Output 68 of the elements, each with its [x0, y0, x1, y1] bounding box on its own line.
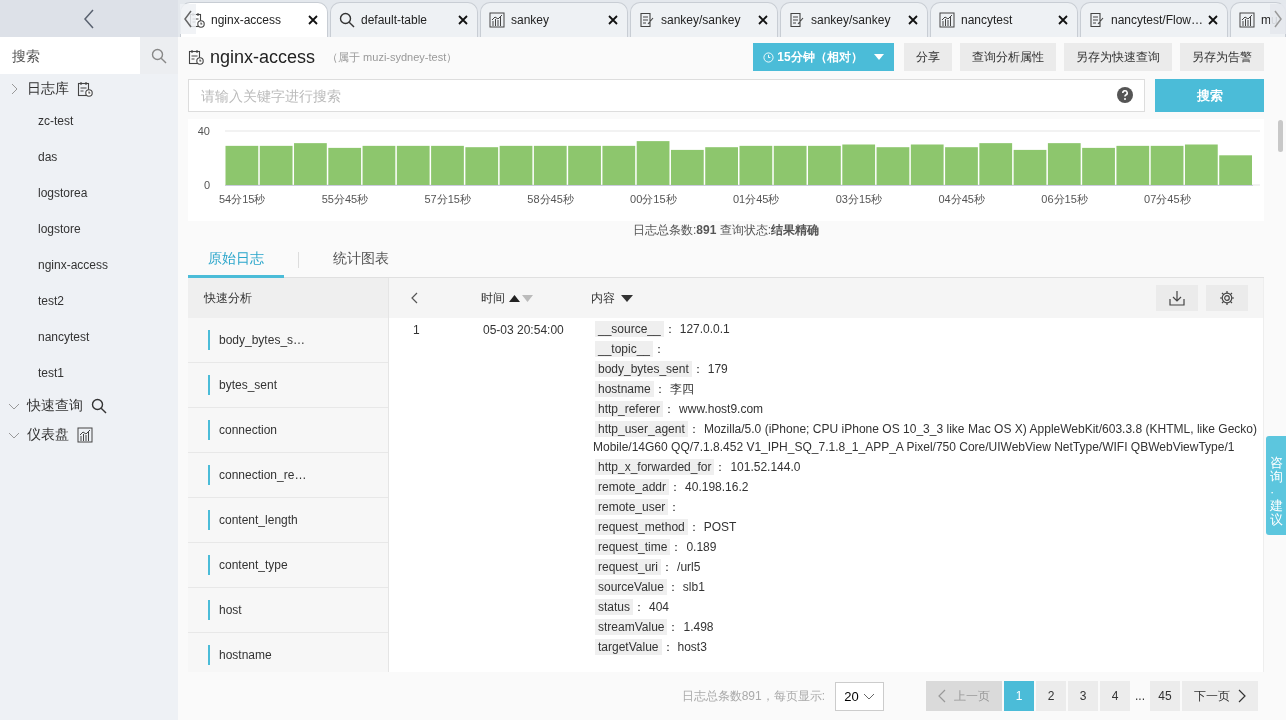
x-tick-label: 58分45秒 [527, 193, 574, 205]
search-field[interactable]: 搜索 [0, 37, 140, 74]
project-label: （属于 muzi-sydney-test） [327, 49, 458, 65]
log-field: http_referer ： www.host9.com [593, 400, 1257, 418]
logstore-item[interactable]: das [0, 139, 178, 175]
column-header[interactable]: 内容 [591, 289, 615, 307]
x-tick-label: 04分45秒 [938, 193, 985, 205]
log-field: http_x_forwarded_for ： 101.52.144.0 [593, 458, 1257, 476]
result-summary: 日志总条数:891 查询状态:结果精确 [631, 222, 820, 239]
tree-item[interactable]: 仪表盘 [27, 426, 69, 444]
log-field: remote_user ： [593, 498, 1257, 516]
log-field: body_bytes_sent ： 179 [593, 360, 1257, 378]
log-field: __source__ ： 127.0.0.1 [593, 320, 1257, 338]
log-field: request_method ： POST [593, 518, 1257, 536]
log-field: __topic__ ： [593, 340, 1257, 358]
x-tick-label: 03分15秒 [835, 193, 883, 205]
y-tick-label: 40 [197, 125, 210, 137]
tab[interactable]: nancytest/Flow… [1080, 2, 1228, 37]
log-field: remote_addr ： 40.198.16.2 [593, 478, 1257, 496]
view-tab[interactable]: 统计图表 [313, 243, 409, 278]
x-tick-label: 54分15秒 [218, 193, 266, 205]
log-field: request_uri ： /url5 [593, 558, 1257, 576]
log-field: request_time ： 0.189 [593, 538, 1257, 556]
logstore-item[interactable]: test1 [0, 355, 178, 391]
ellipsis: ... [1134, 689, 1146, 703]
tree-item[interactable]: 快速查询 [27, 397, 83, 415]
row-number: 1 [412, 322, 421, 339]
column-header[interactable]: 时间 [481, 289, 505, 307]
tab[interactable]: nancytest [930, 2, 1078, 37]
page-title: nginx-access [210, 46, 316, 68]
action-button[interactable]: 分享 [904, 43, 952, 71]
logstore-item[interactable]: zc-test [0, 103, 178, 139]
x-tick-label: 55分45秒 [321, 193, 369, 205]
log-field: hostname ： 李四 [593, 380, 1257, 398]
log-field: streamValue ： 1.498 [593, 618, 1257, 636]
next-page-button[interactable]: 下一页 [1182, 681, 1258, 711]
x-tick-label: 57分15秒 [424, 193, 471, 205]
action-button[interactable]: 另存为告警 [1180, 43, 1264, 71]
logstore-item[interactable]: test2 [0, 283, 178, 319]
page-button[interactable]: 4 [1100, 681, 1130, 711]
page-button[interactable]: 3 [1068, 681, 1098, 711]
total-count-label: 日志总条数891，每页显示: [681, 687, 825, 705]
page-button[interactable]: 45 [1150, 681, 1180, 711]
logstore-item[interactable]: nginx-access [0, 247, 178, 283]
log-field: targetValue ： host3 [593, 638, 1257, 656]
quick-analysis-header: 快速分析 [188, 278, 388, 318]
logstore-item[interactable]: nancytest [0, 319, 178, 355]
action-button[interactable]: 查询分析属性 [960, 43, 1056, 71]
log-field: status ： 404 [593, 598, 1257, 616]
y-tick-label: 0 [203, 179, 210, 191]
log-time: 05-03 20:54:00 [482, 322, 565, 339]
tab[interactable]: default-table [330, 2, 478, 37]
x-tick-label: 07分45秒 [1144, 193, 1191, 205]
tab[interactable]: nginx-access [180, 2, 328, 37]
page-size-select[interactable]: 20 [835, 681, 884, 711]
tab[interactable]: sankey [480, 2, 628, 37]
action-button[interactable]: 另存为快速查询 [1064, 43, 1172, 71]
log-field: sourceValue ： slb1 [593, 578, 1257, 596]
tab[interactable]: sankey/sankey [630, 2, 778, 37]
x-tick-label: 00分15秒 [630, 193, 677, 205]
x-tick-label: 06分15秒 [1041, 193, 1088, 205]
x-tick-label: 01分45秒 [732, 193, 780, 205]
page-button[interactable]: 2 [1036, 681, 1066, 711]
logstore-item[interactable]: logstore [0, 211, 178, 247]
logstore-item[interactable]: logstorea [0, 175, 178, 211]
tab[interactable]: sankey/sankey [780, 2, 928, 37]
tree-item[interactable]: 日志库 [27, 80, 69, 98]
query-field[interactable]: 请输入关键字进行搜索 [188, 79, 1145, 112]
